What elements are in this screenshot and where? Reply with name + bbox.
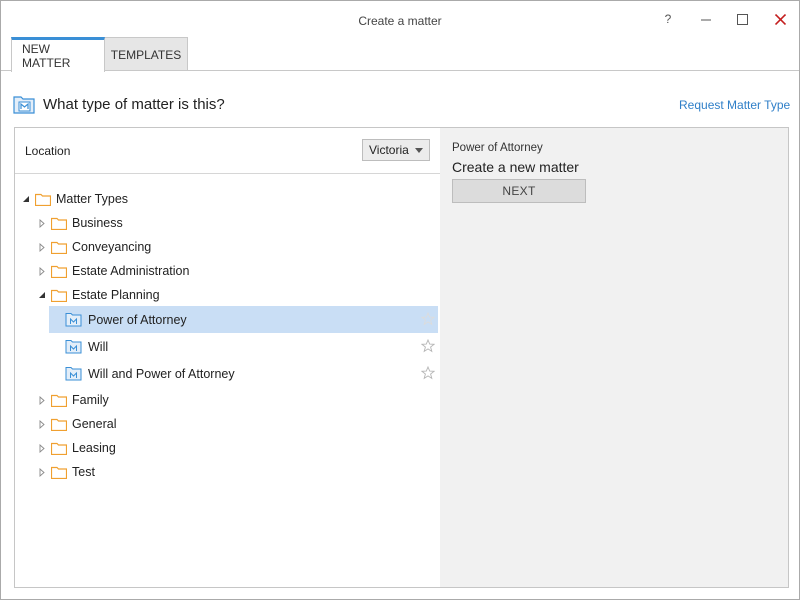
tab-new-matter[interactable]: NEW MATTER <box>11 37 105 72</box>
create-matter-window: Create a matter ? NEW MATTER TEMPLATES W… <box>0 0 800 600</box>
title-bar: Create a matter ? <box>1 1 799 37</box>
tree-node-test[interactable]: Test <box>37 460 95 484</box>
tree-item-label: Will <box>88 339 109 354</box>
tree-item-label: Will and Power of Attorney <box>88 366 235 381</box>
detail-title: Create a new matter <box>452 159 579 175</box>
location-selected-value: Victoria <box>369 143 409 157</box>
collapsed-arrow-icon[interactable] <box>37 443 47 453</box>
tab-strip: NEW MATTER TEMPLATES <box>11 37 188 72</box>
folder-icon <box>51 442 67 455</box>
tree-node-label: Estate Planning <box>72 288 160 302</box>
matter-icon <box>13 96 35 114</box>
folder-icon <box>35 193 51 206</box>
tree-node-label: General <box>72 417 117 431</box>
tree-node-family[interactable]: Family <box>37 388 109 412</box>
minimize-icon <box>701 19 711 21</box>
chevron-down-icon <box>415 148 423 153</box>
matter-type-icon <box>65 367 82 381</box>
location-dropdown[interactable]: Victoria <box>362 139 430 161</box>
folder-icon <box>51 217 67 230</box>
tree-node-label: Matter Types <box>56 192 129 206</box>
request-matter-type-link[interactable]: Request Matter Type <box>679 98 790 112</box>
tree-node-label: Estate Administration <box>72 264 190 278</box>
location-label: Location <box>25 144 71 158</box>
tree-node-general[interactable]: General <box>37 412 116 436</box>
tab-templates[interactable]: TEMPLATES <box>105 37 188 71</box>
minimize-button[interactable] <box>691 7 721 31</box>
favorite-star-icon[interactable] <box>421 366 435 380</box>
close-button[interactable] <box>765 7 795 31</box>
tree-node-label: Test <box>72 465 95 479</box>
next-button[interactable]: NEXT <box>452 179 586 203</box>
tree-item-power-of-attorney[interactable]: Power of Attorney <box>49 306 438 333</box>
page-heading: What type of matter is this? <box>13 95 225 114</box>
tree-node-label: Leasing <box>72 441 116 455</box>
matter-type-icon <box>65 313 82 327</box>
tree-node-estate-planning[interactable]: Estate Planning <box>37 283 160 307</box>
collapsed-arrow-icon[interactable] <box>37 419 47 429</box>
tree-item-will[interactable]: Will <box>49 333 438 360</box>
matter-type-icon <box>65 340 82 354</box>
tree-node-business[interactable]: Business <box>37 211 123 235</box>
folder-icon <box>51 265 67 278</box>
expanded-arrow-icon[interactable] <box>21 194 31 204</box>
matter-types-panel: Location Victoria Matter Types Business … <box>14 127 441 588</box>
tree-node-estate-administration[interactable]: Estate Administration <box>37 259 189 283</box>
matter-detail-panel: Power of Attorney Create a new matter NE… <box>440 127 789 588</box>
selected-matter-type: Power of Attorney <box>452 142 543 154</box>
tree-item-label: Power of Attorney <box>88 312 187 327</box>
folder-icon <box>51 394 67 407</box>
tree-node-matter-types[interactable]: Matter Types <box>21 187 128 211</box>
tree-item-will-and-power-of-attorney[interactable]: Will and Power of Attorney <box>49 360 438 387</box>
collapsed-arrow-icon[interactable] <box>37 467 47 477</box>
close-icon <box>774 13 786 25</box>
collapsed-arrow-icon[interactable] <box>37 242 47 252</box>
tree-node-label: Business <box>72 216 123 230</box>
tree-node-leasing[interactable]: Leasing <box>37 436 116 460</box>
favorite-star-icon[interactable] <box>421 312 435 326</box>
tree-node-label: Family <box>72 393 109 407</box>
collapsed-arrow-icon[interactable] <box>37 266 47 276</box>
tab-divider <box>1 70 799 71</box>
maximize-icon <box>736 13 748 25</box>
help-button[interactable]: ? <box>653 7 683 31</box>
tree-node-label: Conveyancing <box>72 240 152 254</box>
location-row: Location Victoria <box>15 128 440 174</box>
folder-icon <box>51 418 67 431</box>
expanded-arrow-icon[interactable] <box>37 290 47 300</box>
collapsed-arrow-icon[interactable] <box>37 395 47 405</box>
tree-node-conveyancing[interactable]: Conveyancing <box>37 235 151 259</box>
maximize-button[interactable] <box>727 7 757 31</box>
collapsed-arrow-icon[interactable] <box>37 218 47 228</box>
favorite-star-icon[interactable] <box>421 339 435 353</box>
folder-icon <box>51 289 67 302</box>
folder-icon <box>51 466 67 479</box>
folder-icon <box>51 241 67 254</box>
page-title: What type of matter is this? <box>43 96 225 113</box>
